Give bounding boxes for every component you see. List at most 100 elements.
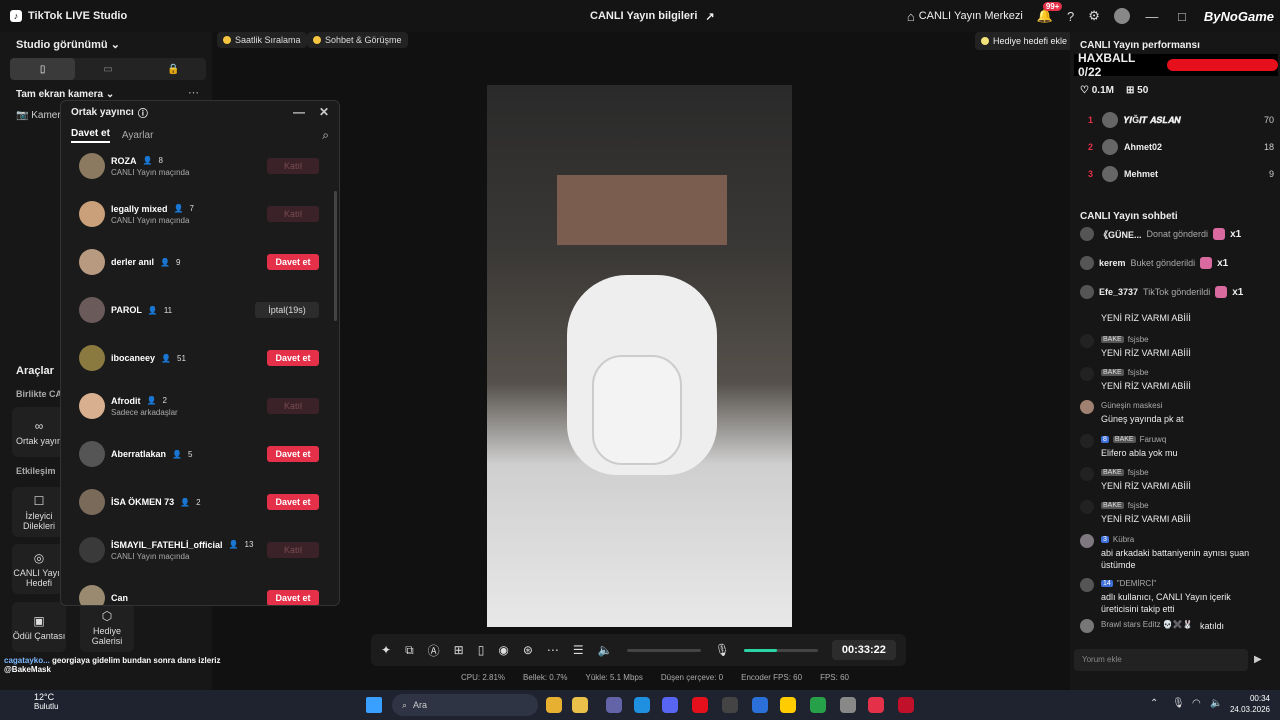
mic-slider[interactable] (743, 648, 818, 652)
cancel-button[interactable]: İptal(19s) (255, 302, 319, 318)
app-icon[interactable] (722, 697, 738, 713)
person-icon: 👤 (161, 353, 171, 363)
gear-icon[interactable]: ⚙ (1088, 8, 1100, 24)
help-icon[interactable]: ? (1067, 9, 1074, 24)
volume-tray-icon[interactable]: 🔈 (1210, 698, 1222, 709)
invite-button[interactable]: Davet et (267, 494, 319, 510)
invite-button[interactable]: Davet et (267, 446, 319, 462)
cohost-info: Can (111, 593, 267, 603)
microphone-icon[interactable]: 🎙 (715, 643, 730, 657)
microphone-tray-icon[interactable]: 🎙 (1172, 698, 1185, 709)
mail-icon[interactable] (752, 697, 768, 713)
chat-meet-chip[interactable]: Sohbet & Görüşme (307, 32, 408, 48)
more-icon[interactable]: ⋯ (547, 643, 559, 657)
speaker-icon[interactable]: 🔈 (598, 643, 613, 657)
taskbar-clock[interactable]: 00:34 24.03.2026 (1230, 693, 1270, 715)
share-icon[interactable]: ↗ (705, 10, 714, 23)
landscape-view-tab[interactable]: ▭ (75, 58, 140, 80)
chat-text: Güneş yayında pk at (1101, 414, 1184, 424)
chat-user-line: BAKE fsjsbe (1101, 501, 1149, 510)
teams-icon[interactable] (606, 697, 622, 713)
chevron-up-icon[interactable]: ⌃ (1150, 698, 1158, 709)
minimize-button[interactable]: — (1144, 9, 1160, 24)
minimize-modal-icon[interactable]: — (293, 105, 305, 119)
cohost-name: İSA ÖKMEN 73 (111, 497, 175, 507)
invite-button[interactable]: Davet et (267, 254, 319, 270)
viewer-requests-button[interactable]: ☐ İzleyici Dilekleri (12, 487, 66, 537)
wifi-icon[interactable]: ◠ (1192, 698, 1201, 709)
tab-invite[interactable]: Davet et (71, 128, 110, 143)
chrome-profile-icon[interactable] (780, 697, 796, 713)
tab-settings[interactable]: Ayarlar (122, 130, 154, 141)
invite-button[interactable]: Davet et (267, 350, 319, 366)
cohost-avatar (79, 537, 105, 563)
chat-badge: 8 (1101, 436, 1109, 443)
phone-icon[interactable]: ▯ (478, 643, 485, 657)
modal-title: Ortak yayıncı (71, 106, 134, 118)
full-camera-scene[interactable]: Tam ekran kamera ⌄ (16, 89, 114, 100)
settings-app-icon[interactable] (840, 697, 856, 713)
send-icon[interactable]: ▶ (1254, 654, 1262, 665)
add-source-icon[interactable]: ⊞ (454, 643, 464, 657)
cohost-tool-button[interactable]: ∞ Ortak yayın (12, 407, 66, 457)
reward-bag-button[interactable]: ▣ Ödül Çantası (12, 602, 66, 652)
cohost-avatar (79, 153, 105, 179)
magic-wand-icon[interactable]: ✦ (381, 643, 391, 657)
cohost-status: CANLI Yayın maçında (111, 551, 190, 561)
taskbar-search[interactable]: ⌕ Ara (392, 694, 538, 716)
chat-badge: BAKE (1112, 436, 1136, 443)
volume-slider[interactable] (626, 648, 701, 652)
join-button[interactable]: Katıl (267, 158, 319, 174)
add-gift-goal-button[interactable]: Hediye hedefi ekle (975, 32, 1074, 50)
weather-widget[interactable]: 12°C Bulutlu (12, 692, 58, 711)
portrait-view-tab[interactable]: ▯ (10, 58, 76, 80)
live-center-label[interactable]: CANLI Yayın Merkezi (919, 10, 1023, 22)
close-icon[interactable]: ✕ (319, 105, 329, 119)
studio-view-dropdown[interactable]: Studio görünümü ⌄ (16, 38, 120, 51)
windows-start-icon[interactable] (366, 697, 382, 713)
join-button[interactable]: Katıl (267, 398, 319, 414)
mixer-icon[interactable]: ☰ (573, 643, 584, 657)
record-icon[interactable]: ◉ (498, 643, 508, 657)
notification-bell-icon[interactable]: 🔔 99+ (1037, 2, 1063, 24)
edge-icon[interactable] (634, 697, 650, 713)
ranking-row[interactable]: 1 𝒀𝑰Ğ𝑰𝑻 𝑨𝑺𝑳𝑨𝑵 70 (1088, 110, 1274, 130)
join-button[interactable]: Katıl (267, 542, 319, 558)
chat-text: YENİ RİZ VARMI ABİİİ (1101, 313, 1191, 323)
search-icon[interactable]: ⌕ (322, 128, 329, 143)
join-button[interactable]: Katıl (267, 206, 319, 222)
camera-source[interactable]: 📷 Kamer (16, 110, 61, 121)
studio-view-label: Studio görünümü (16, 39, 108, 51)
tiktok-studio-taskbar-icon[interactable] (868, 697, 884, 713)
more-options-icon[interactable]: ⋯ (188, 86, 199, 99)
chrome-icon[interactable] (546, 697, 562, 713)
chat-title: CANLI Yayın sohbeti (1080, 211, 1178, 222)
media-player-icon[interactable] (898, 697, 914, 713)
ai-icon[interactable]: Ⓐ (428, 642, 440, 659)
home-icon[interactable]: ⌂ (907, 9, 915, 24)
lock-view-tab[interactable]: 🔒 (141, 58, 206, 80)
info-icon[interactable]: ⓘ (138, 105, 148, 120)
discord-icon[interactable] (662, 697, 678, 713)
cohost-row: İSMAYIL_FATEHLİ_official 👤 13 CANLI Yayın m… (79, 535, 319, 565)
live-info-label[interactable]: CANLI Yayın bilgileri (590, 10, 697, 22)
rank-name: Mehmet (1124, 169, 1159, 179)
modal-scrollbar[interactable] (334, 191, 337, 321)
camera-settings-icon[interactable]: ⊛ (523, 643, 533, 657)
maximize-button[interactable]: □ (1174, 9, 1190, 24)
live-goal-button[interactable]: ◎ CANLI Yayın Hedefi (12, 544, 66, 594)
profile-avatar[interactable] (1113, 8, 1130, 24)
person-icon: 👤 (228, 540, 239, 549)
invite-button[interactable]: Davet et (267, 590, 319, 605)
screen-share-icon[interactable]: ⧉ (405, 643, 414, 658)
live-info-group[interactable]: CANLI Yayın bilgileri ↗ (590, 0, 715, 32)
xbox-icon[interactable] (810, 697, 826, 713)
hourly-ranking-chip[interactable]: Saatlik Sıralama (217, 32, 307, 48)
ranking-row[interactable]: 3 Mehmet 9 (1088, 164, 1274, 184)
opera-icon[interactable] (692, 697, 708, 713)
chat-username: "DEMİRCİ" (1116, 579, 1157, 588)
ranking-row[interactable]: 2 Ahmet02 18 (1088, 137, 1274, 157)
file-explorer-icon[interactable] (572, 697, 588, 713)
comment-input[interactable]: Yorum ekle (1074, 649, 1248, 671)
gift-gallery-button[interactable]: ⬡ Hediye Galerisi (80, 602, 134, 652)
